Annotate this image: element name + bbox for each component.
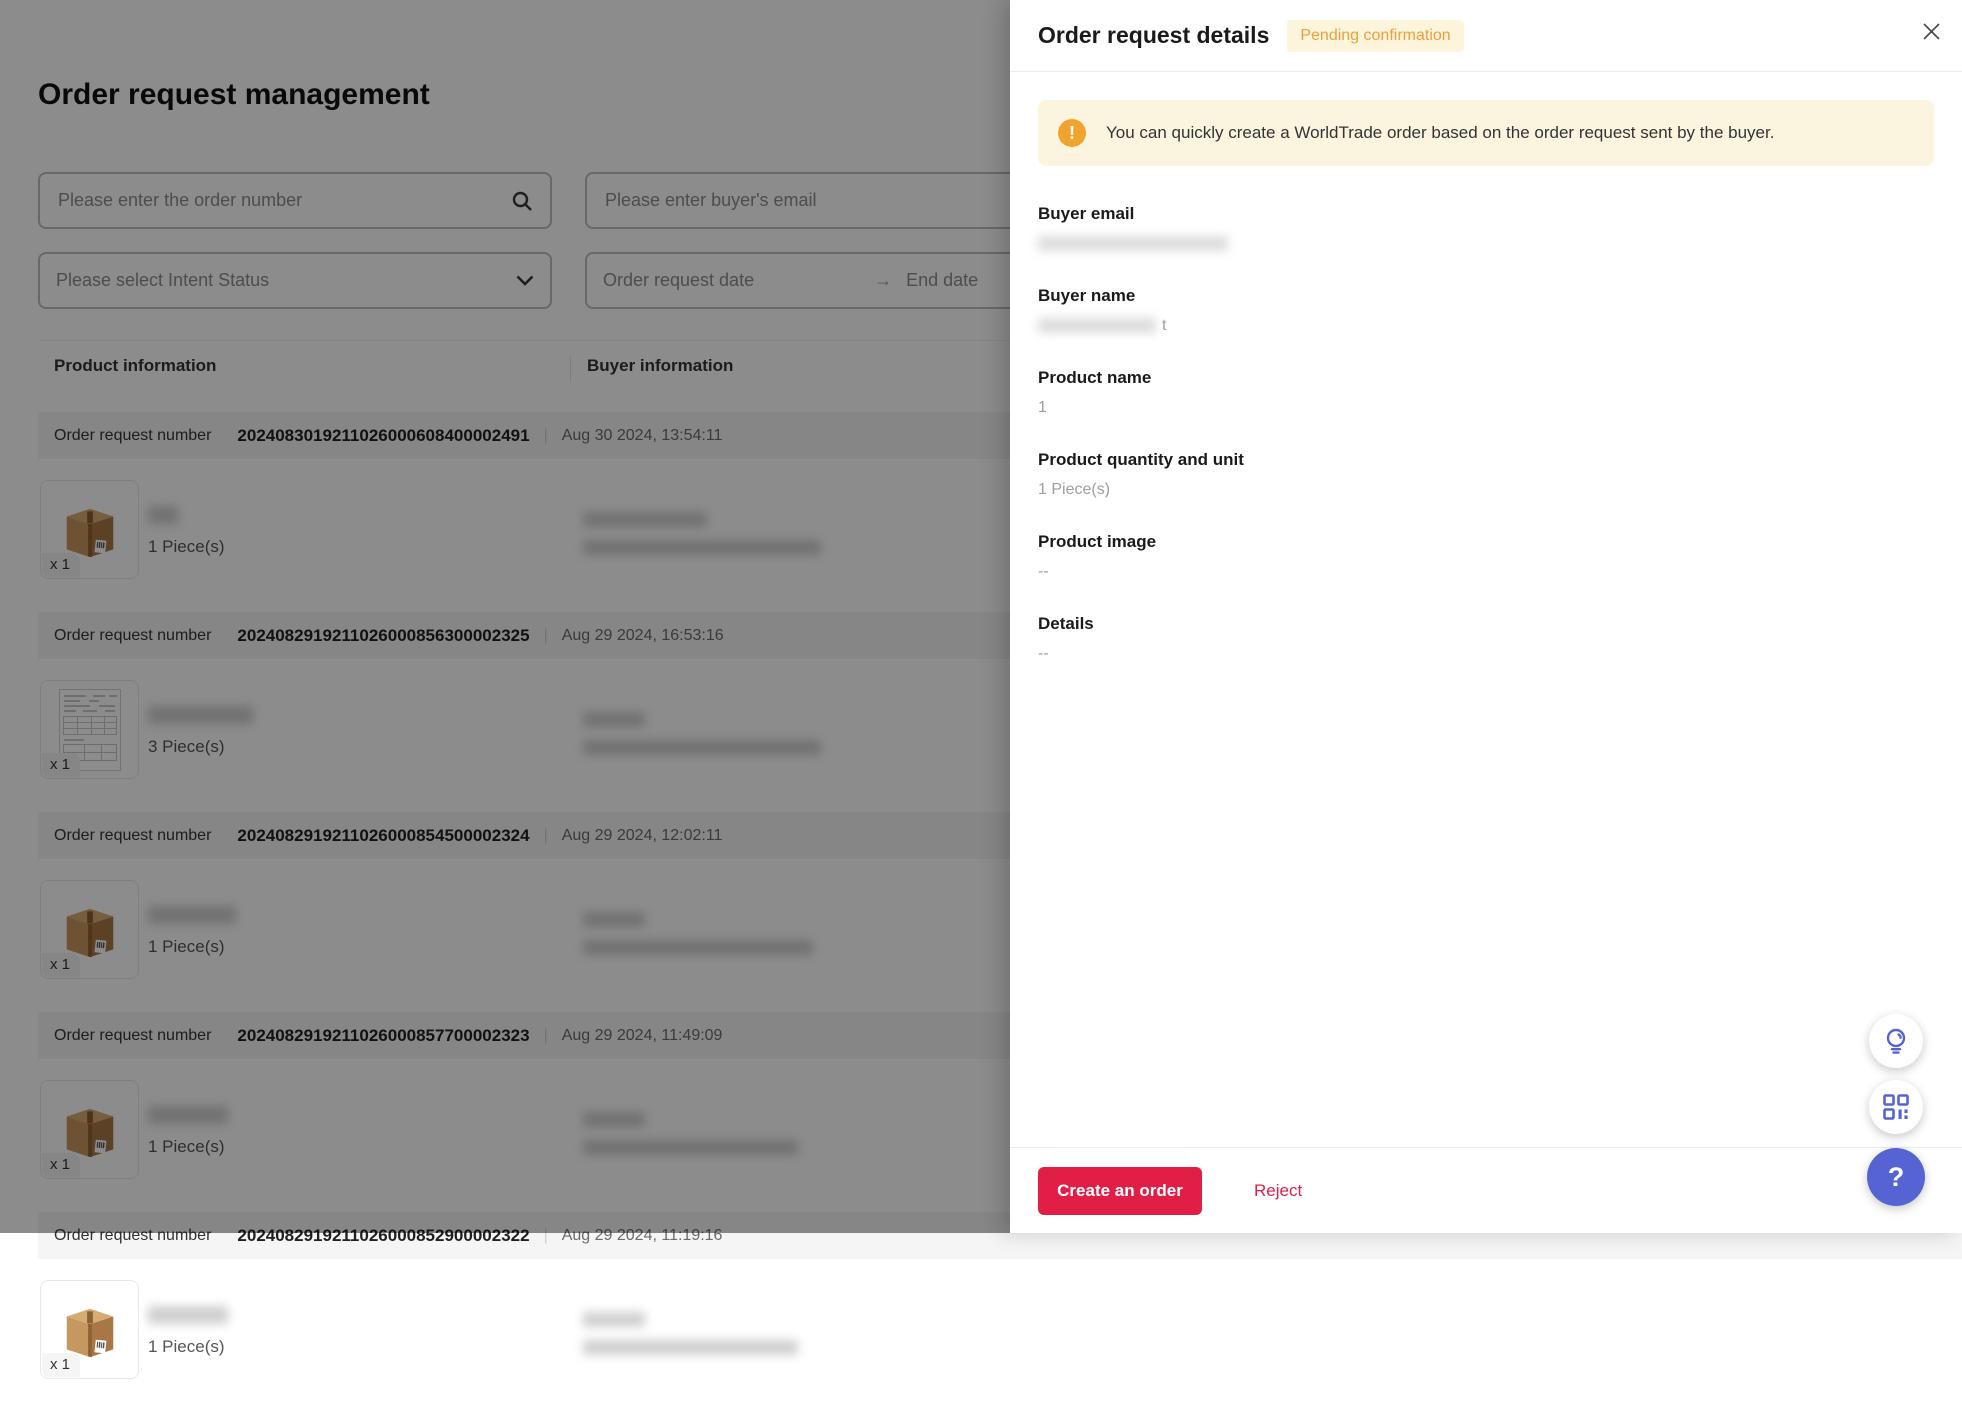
detail-fields: Buyer email Buyer name t Product name 1 … xyxy=(1010,166,1962,663)
field-product-quantity: Product quantity and unit 1 Piece(s) xyxy=(1038,450,1934,499)
product-name-value: 1 xyxy=(1038,399,1934,417)
field-buyer-email: Buyer email xyxy=(1038,204,1934,253)
status-badge: Pending confirmation xyxy=(1287,20,1463,52)
field-product-name: Product name 1 xyxy=(1038,368,1934,417)
qr-code-icon xyxy=(1882,1093,1910,1121)
close-icon xyxy=(1922,22,1941,41)
details-value: -- xyxy=(1038,645,1934,663)
buyer-name-redacted xyxy=(1038,318,1156,333)
buyer-name-value: t xyxy=(1162,317,1166,334)
package-box-icon xyxy=(59,1299,121,1361)
alert-text: You can quickly create a WorldTrade orde… xyxy=(1106,123,1774,143)
qr-code-button[interactable] xyxy=(1869,1080,1923,1134)
field-label: Product image xyxy=(1038,532,1934,552)
product-quantity: 1 Piece(s) xyxy=(148,1337,225,1357)
buyer-email-redacted xyxy=(1038,236,1228,251)
order-request-row[interactable]: Order request number 2024082919211026000… xyxy=(0,1212,1962,1412)
info-alert: ! You can quickly create a WorldTrade or… xyxy=(1038,100,1934,166)
close-button[interactable] xyxy=(1916,16,1946,46)
order-request-details-drawer: Order request details Pending confirmati… xyxy=(1010,0,1962,1233)
create-order-button[interactable]: Create an order xyxy=(1038,1167,1202,1215)
quantity-badge: x 1 xyxy=(42,1353,80,1377)
product-image-value: -- xyxy=(1038,563,1934,581)
product-name-redacted xyxy=(148,1306,228,1324)
lightbulb-icon xyxy=(1881,1026,1911,1056)
field-product-image: Product image -- xyxy=(1038,532,1934,581)
field-label: Buyer name xyxy=(1038,286,1934,306)
drawer-header: Order request details Pending confirmati… xyxy=(1010,0,1962,72)
tips-button[interactable] xyxy=(1869,1014,1923,1068)
drawer-title: Order request details xyxy=(1038,22,1269,49)
reject-button[interactable]: Reject xyxy=(1248,1180,1308,1202)
field-details: Details -- xyxy=(1038,614,1934,663)
field-label: Product name xyxy=(1038,368,1934,388)
field-label: Buyer email xyxy=(1038,204,1934,224)
buyer-name-redacted xyxy=(583,1312,645,1327)
alert-exclamation-icon: ! xyxy=(1058,119,1086,147)
question-mark-icon: ? xyxy=(1888,1162,1905,1193)
help-button[interactable]: ? xyxy=(1867,1148,1925,1206)
product-thumbnail[interactable]: x 1 xyxy=(40,1280,139,1379)
field-buyer-name: Buyer name t xyxy=(1038,286,1934,335)
field-value: t xyxy=(1038,317,1934,335)
product-quantity-value: 1 Piece(s) xyxy=(1038,481,1934,499)
field-label: Details xyxy=(1038,614,1934,634)
buyer-email-redacted xyxy=(583,1340,798,1355)
field-label: Product quantity and unit xyxy=(1038,450,1934,470)
drawer-footer: Create an order Reject xyxy=(1010,1147,1962,1233)
field-value xyxy=(1038,235,1934,253)
